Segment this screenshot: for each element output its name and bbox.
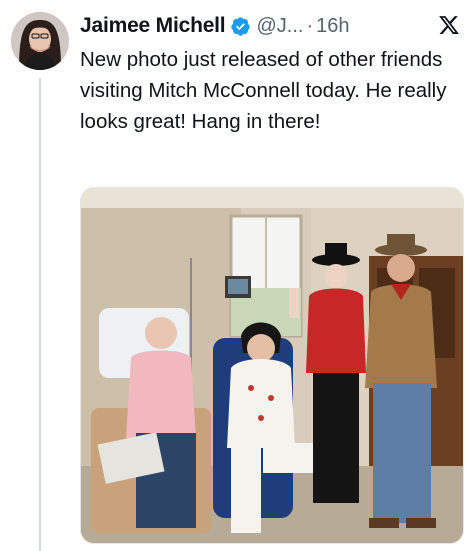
avatar-image: [11, 12, 69, 70]
tweet-header: Jaimee Michell @J... · 16h: [80, 12, 462, 40]
author-handle[interactable]: @J...: [256, 15, 303, 38]
author-name[interactable]: Jaimee Michell: [80, 14, 226, 38]
separator-dot: ·: [306, 14, 314, 37]
tweet-text: New photo just released of other friends…: [80, 48, 447, 133]
tweet-photo[interactable]: [80, 187, 464, 544]
hospital-visit-photo: [81, 188, 463, 543]
x-logo-icon: [439, 16, 459, 34]
verified-badge-icon[interactable]: [230, 16, 251, 37]
timestamp[interactable]: 16h: [316, 15, 349, 38]
thread-line: [39, 78, 41, 551]
avatar[interactable]: [11, 12, 69, 70]
